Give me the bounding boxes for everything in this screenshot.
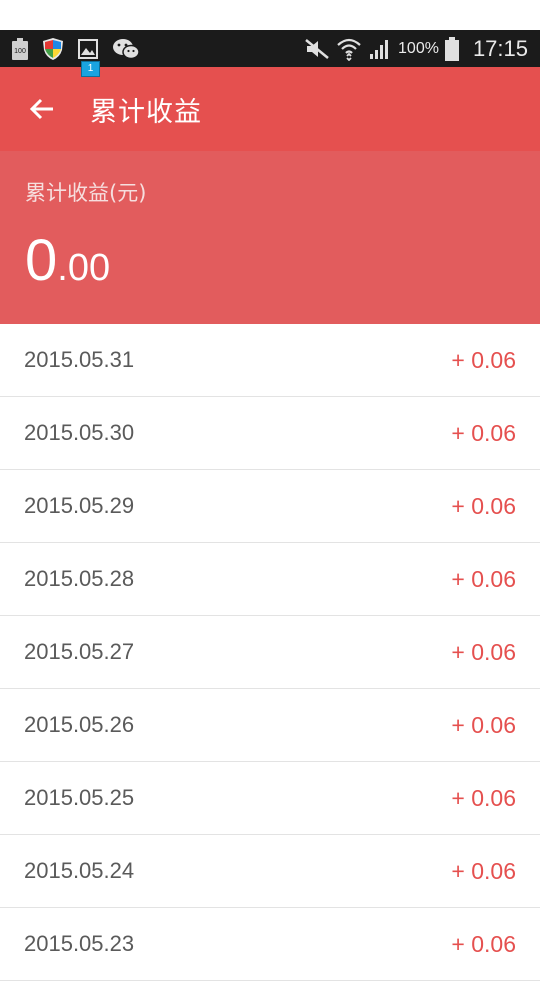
app-bar: 累计收益 xyxy=(0,67,540,151)
record-date: 2015.05.24 xyxy=(24,858,135,883)
record-amount: + 0.06 xyxy=(451,419,516,446)
battery-icon xyxy=(444,36,459,61)
record-amount: + 0.06 xyxy=(451,711,516,738)
record-date: 2015.05.27 xyxy=(24,639,135,664)
earnings-list: 2015.05.31 + 0.06 2015.05.30 + 0.06 2015… xyxy=(0,324,540,981)
list-item[interactable]: 2015.05.29 + 0.06 xyxy=(0,470,540,543)
back-button[interactable] xyxy=(28,95,56,123)
record-date: 2015.05.31 xyxy=(24,347,135,372)
list-item[interactable]: 2015.05.31 + 0.06 xyxy=(0,324,540,397)
list-item[interactable]: 2015.05.23 + 0.06 xyxy=(0,908,540,981)
signal-icon xyxy=(368,38,392,60)
record-amount: + 0.06 xyxy=(451,346,516,373)
status-time: 17:15 xyxy=(472,35,528,61)
list-item[interactable]: 2015.05.28 + 0.06 xyxy=(0,543,540,616)
record-date: 2015.05.23 xyxy=(24,931,135,956)
record-amount: + 0.06 xyxy=(451,784,516,811)
record-date: 2015.05.28 xyxy=(24,566,135,591)
mute-icon xyxy=(304,38,330,60)
record-date: 2015.05.25 xyxy=(24,785,135,810)
wifi-icon xyxy=(336,37,362,61)
record-date: 2015.05.30 xyxy=(24,420,135,445)
list-item[interactable]: 2015.05.26 + 0.06 xyxy=(0,689,540,762)
record-amount: + 0.06 xyxy=(451,857,516,884)
record-amount: + 0.06 xyxy=(451,565,516,592)
shield-icon xyxy=(42,37,64,61)
battery-saver-text: 100 xyxy=(14,48,26,55)
list-item[interactable]: 2015.05.24 + 0.06 xyxy=(0,835,540,908)
list-item[interactable]: 2015.05.30 + 0.06 xyxy=(0,397,540,470)
record-date: 2015.05.29 xyxy=(24,493,135,518)
total-earnings-integer: 0 xyxy=(25,228,58,293)
top-spacer xyxy=(0,0,540,30)
record-amount: + 0.06 xyxy=(451,930,516,957)
list-item[interactable]: 2015.05.25 + 0.06 xyxy=(0,762,540,835)
battery-percent: 100% xyxy=(398,39,439,57)
arrow-left-icon xyxy=(29,98,53,120)
gallery-icon xyxy=(78,38,98,59)
battery-saver-icon: 100 xyxy=(12,37,28,60)
wechat-icon xyxy=(112,38,140,60)
page-title: 累计收益 xyxy=(90,96,202,128)
list-item[interactable]: 2015.05.27 + 0.06 xyxy=(0,616,540,689)
total-earnings: 0.00 xyxy=(25,227,540,294)
record-amount: + 0.06 xyxy=(451,638,516,665)
record-amount: + 0.06 xyxy=(451,492,516,519)
record-date: 2015.05.26 xyxy=(24,712,135,737)
summary-label: 累计收益(元) xyxy=(25,181,147,205)
status-bar: 100 100% 17:15 1 xyxy=(0,30,540,77)
notification-badge: 1 xyxy=(81,61,100,77)
earnings-summary: 累计收益(元) 0.00 xyxy=(0,151,540,324)
total-earnings-decimal: .00 xyxy=(57,247,111,289)
